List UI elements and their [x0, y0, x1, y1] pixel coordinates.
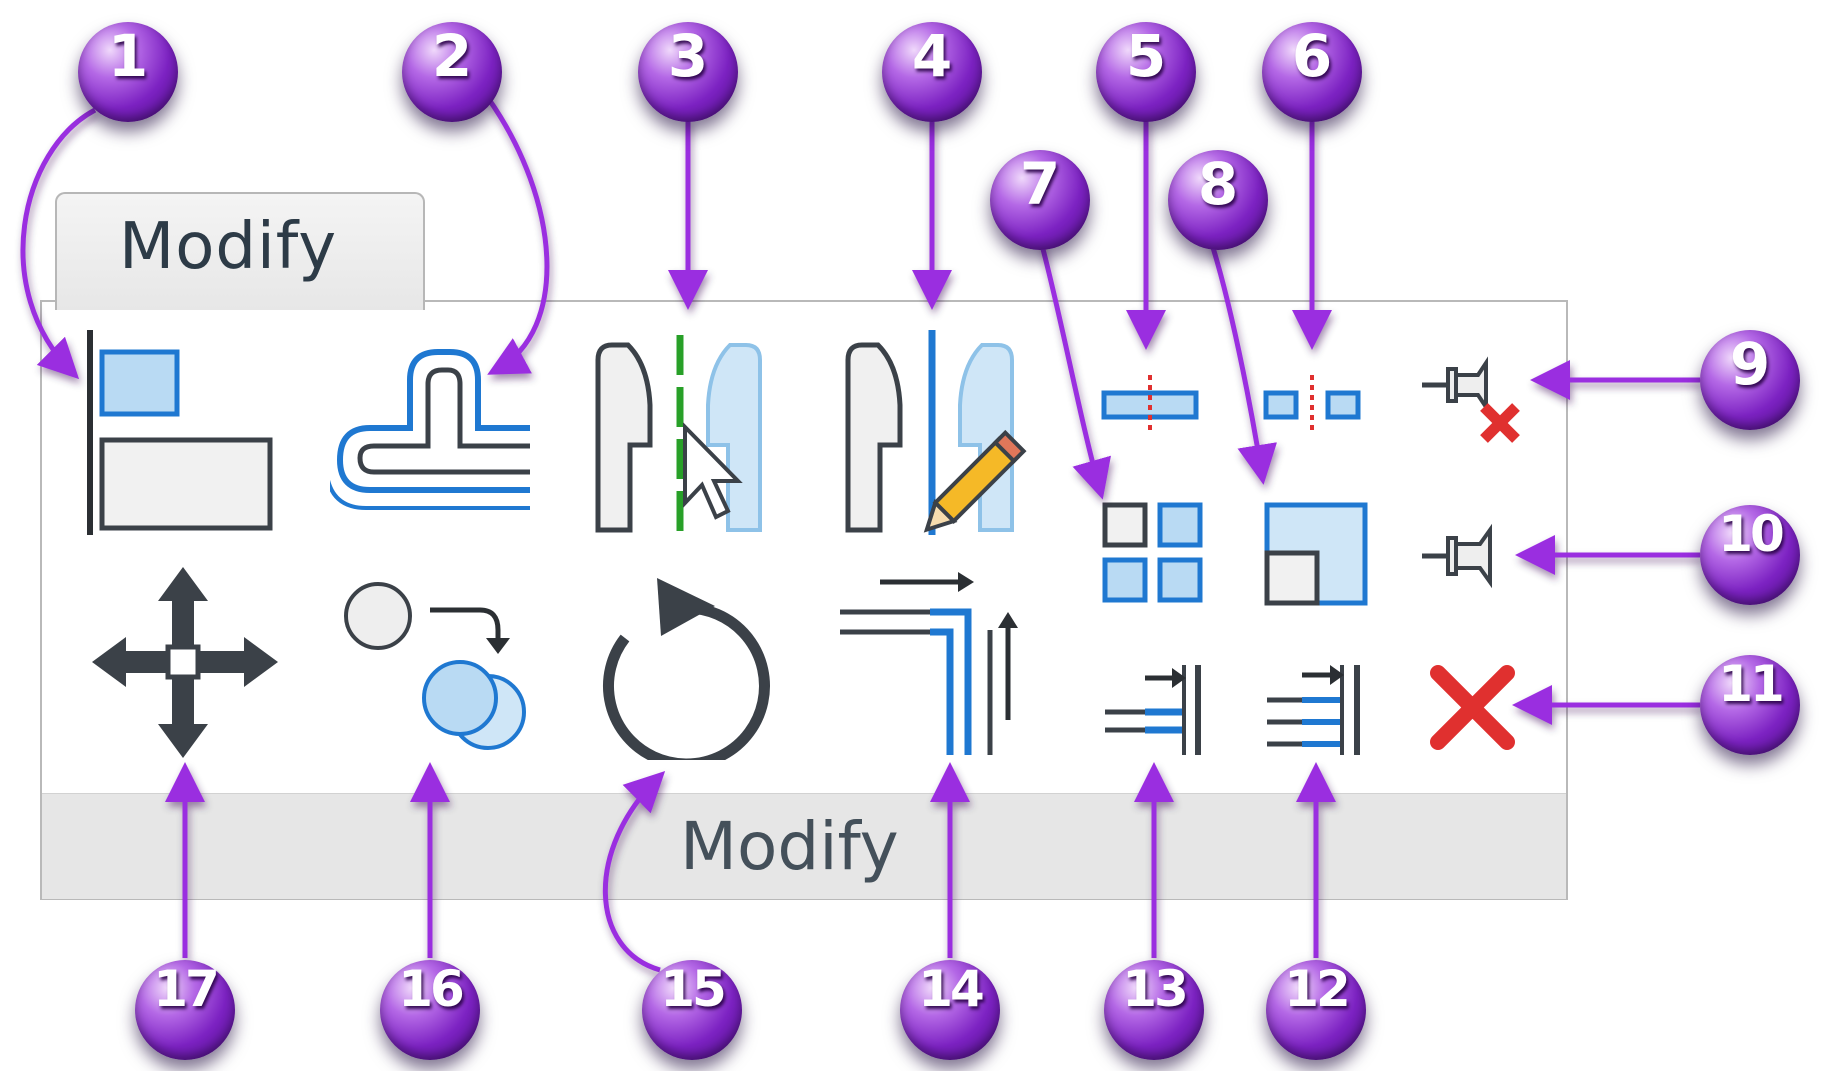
scale-button[interactable] — [1262, 500, 1372, 610]
mirror-draw-axis-icon — [845, 330, 1027, 535]
mirror-pick-axis-button[interactable] — [590, 335, 770, 535]
trim-extend-to-corner-button[interactable] — [840, 570, 1035, 760]
callout-4: 4 — [882, 22, 982, 122]
offset-button[interactable] — [330, 340, 540, 520]
callout-3: 3 — [638, 22, 738, 122]
callout-8: 8 — [1168, 150, 1268, 250]
pin-button[interactable] — [1420, 520, 1510, 590]
callout-15: 15 — [642, 960, 742, 1060]
callout-5: 5 — [1096, 22, 1196, 122]
callout-11: 11 — [1700, 655, 1800, 755]
offset-icon — [330, 349, 530, 510]
scale-icon — [1264, 502, 1368, 606]
move-button[interactable] — [90, 565, 280, 760]
split-element-icon — [1101, 375, 1199, 435]
move-icon — [92, 567, 278, 758]
trim-extend-single-button[interactable] — [1100, 660, 1210, 760]
panel-title: Modify — [680, 808, 899, 885]
callout-1: 1 — [78, 22, 178, 122]
copy-icon — [344, 582, 526, 750]
callout-16: 16 — [380, 960, 480, 1060]
align-icon — [87, 330, 273, 535]
trim-extend-single-icon — [1105, 665, 1201, 755]
array-icon — [1102, 502, 1203, 603]
split-element-button[interactable] — [1100, 375, 1200, 435]
mirror-draw-axis-button[interactable] — [840, 330, 1030, 535]
align-button[interactable] — [80, 330, 280, 540]
callout-6: 6 — [1262, 22, 1362, 122]
mirror-pick-axis-icon — [595, 335, 762, 535]
trim-extend-to-corner-icon — [840, 572, 1018, 755]
split-with-gap-button[interactable] — [1262, 375, 1362, 435]
delete-button[interactable] — [1430, 665, 1515, 750]
callout-14: 14 — [900, 960, 1000, 1060]
trim-extend-multiple-icon — [1267, 665, 1360, 755]
trim-extend-multiple-button[interactable] — [1262, 660, 1372, 760]
callout-10: 10 — [1700, 505, 1800, 605]
callout-9: 9 — [1700, 330, 1800, 430]
unpin-icon — [1422, 356, 1520, 443]
callout-17: 17 — [135, 960, 235, 1060]
split-with-gap-icon — [1263, 375, 1361, 435]
tab-label: Modify — [119, 210, 338, 284]
array-button[interactable] — [1100, 500, 1210, 610]
callout-7: 7 — [990, 150, 1090, 250]
unpin-button[interactable] — [1420, 345, 1530, 445]
callout-2: 2 — [402, 22, 502, 122]
pin-icon — [1422, 523, 1492, 589]
delete-icon — [1430, 665, 1515, 750]
rotate-button[interactable] — [595, 570, 775, 760]
copy-button[interactable] — [340, 580, 530, 760]
callout-12: 12 — [1266, 960, 1366, 1060]
callout-13: 13 — [1104, 960, 1204, 1060]
rotate-icon — [603, 578, 770, 760]
tab-modify[interactable]: Modify — [55, 192, 425, 310]
